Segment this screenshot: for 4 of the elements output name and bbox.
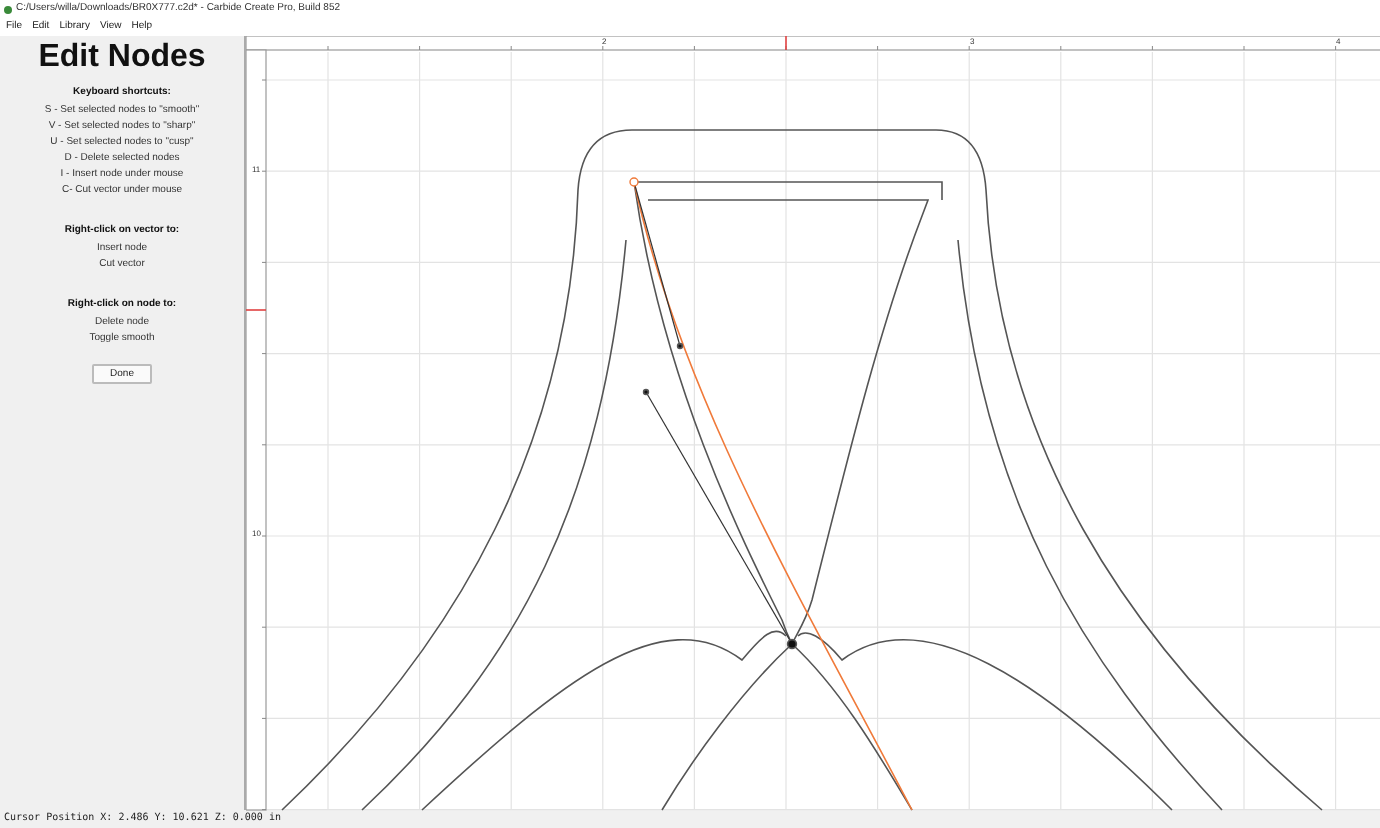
cursor-marker [785,36,787,51]
panel-title: Edit Nodes [38,42,206,74]
app-icon [4,5,12,13]
cursor-marker [246,309,267,311]
